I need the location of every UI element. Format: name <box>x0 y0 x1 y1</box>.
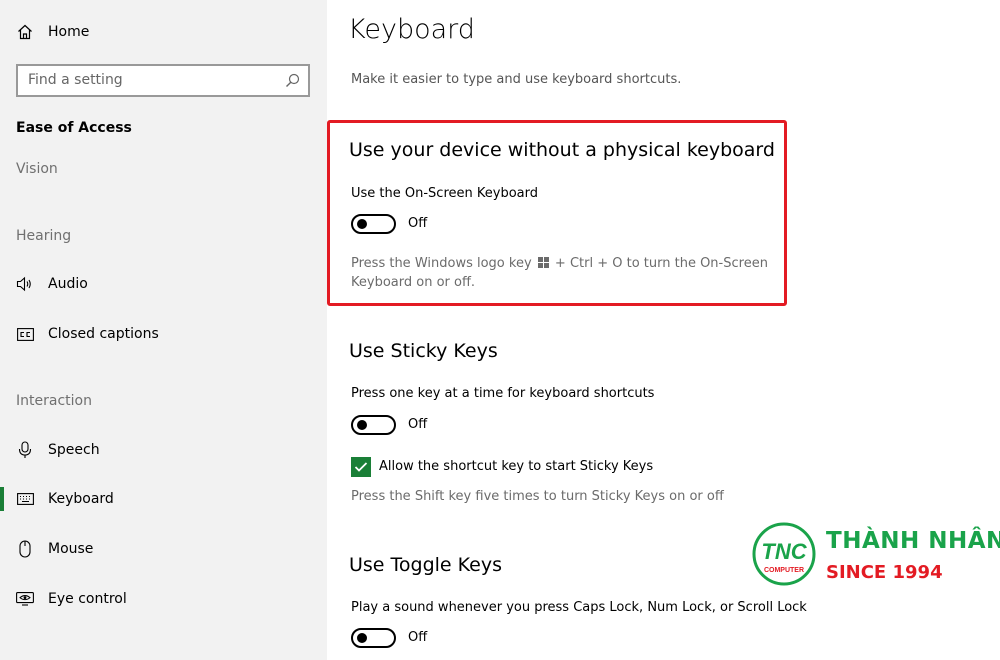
eye-control-icon <box>16 590 34 608</box>
mouse-icon <box>16 540 34 558</box>
home-icon <box>16 23 34 41</box>
speaker-icon <box>16 275 34 293</box>
sidebar-item-label: Mouse <box>48 541 94 557</box>
toggle-keys-label: Play a sound whenever you press Caps Loc… <box>351 600 807 615</box>
section-heading-sticky-keys: Use Sticky Keys <box>349 340 498 362</box>
sidebar-item-closed-captions[interactable]: Closed captions <box>0 314 327 354</box>
sticky-keys-label: Press one key at a time for keyboard sho… <box>351 386 655 401</box>
nav-home[interactable]: Home <box>0 12 327 52</box>
toggle-state-label: Off <box>408 216 428 231</box>
brand-name: THÀNH NHÂN <box>826 528 1000 554</box>
toggle-keys-toggle[interactable] <box>351 628 396 648</box>
sticky-keys-toggle[interactable] <box>351 415 396 435</box>
on-screen-keyboard-toggle[interactable] <box>351 214 396 234</box>
page-title: Keyboard <box>348 14 475 45</box>
sidebar-item-label: Keyboard <box>48 491 114 507</box>
search-icon[interactable] <box>285 73 300 88</box>
checkmark-icon <box>354 462 368 472</box>
search-input[interactable]: Find a setting <box>28 72 123 88</box>
logo-text: TNC <box>761 539 807 564</box>
checkbox-label: Allow the shortcut key to start Sticky K… <box>379 459 654 474</box>
section-heading-toggle-keys: Use Toggle Keys <box>349 554 503 576</box>
sticky-keys-shortcut-checkbox[interactable] <box>351 457 371 477</box>
cc-icon <box>16 325 34 343</box>
section-title: Ease of Access <box>16 120 132 136</box>
keyboard-icon <box>16 490 34 508</box>
tnc-logo-icon: TNC COMPUTER <box>752 522 816 586</box>
sidebar-item-label: Audio <box>48 276 88 292</box>
group-vision: Vision <box>16 161 58 177</box>
sidebar-item-label: Eye control <box>48 591 127 607</box>
nav-home-label: Home <box>48 24 90 40</box>
sidebar-item-label: Speech <box>48 442 100 458</box>
group-hearing: Hearing <box>16 228 72 244</box>
sidebar-item-mouse[interactable]: Mouse <box>0 529 327 569</box>
sticky-keys-help: Press the Shift key five times to turn S… <box>351 489 724 504</box>
toggle-knob <box>357 420 367 430</box>
section-heading-on-screen-keyboard: Use your device without a physical keybo… <box>349 139 775 161</box>
windows-logo-icon <box>537 255 549 268</box>
microphone-icon <box>16 441 34 459</box>
watermark-logo: TNC COMPUTER THÀNH NHÂN SINCE 1994 <box>752 520 1000 590</box>
brand-since: SINCE 1994 <box>826 562 943 583</box>
page-description: Make it easier to type and use keyboard … <box>351 72 682 87</box>
toggle-state-label: Off <box>408 417 428 432</box>
sidebar-item-speech[interactable]: Speech <box>0 430 327 470</box>
sidebar-item-audio[interactable]: Audio <box>0 264 327 304</box>
sidebar-item-keyboard[interactable]: Keyboard <box>0 479 327 519</box>
sidebar-item-label: Closed captions <box>48 326 159 342</box>
on-screen-keyboard-label: Use the On-Screen Keyboard <box>351 186 538 201</box>
group-interaction: Interaction <box>16 393 92 409</box>
logo-sub-text: COMPUTER <box>764 567 804 574</box>
search-box[interactable]: Find a setting <box>16 64 310 97</box>
on-screen-keyboard-help: Press the Windows logo key + Ctrl + O to… <box>351 254 771 292</box>
toggle-knob <box>357 633 367 643</box>
sidebar-item-eye-control[interactable]: Eye control <box>0 579 327 619</box>
toggle-knob <box>357 219 367 229</box>
sidebar: Home Find a setting Ease of Access Visio… <box>0 0 327 660</box>
toggle-state-label: Off <box>408 630 428 645</box>
help-text-start: Press the Windows logo key <box>351 256 532 271</box>
